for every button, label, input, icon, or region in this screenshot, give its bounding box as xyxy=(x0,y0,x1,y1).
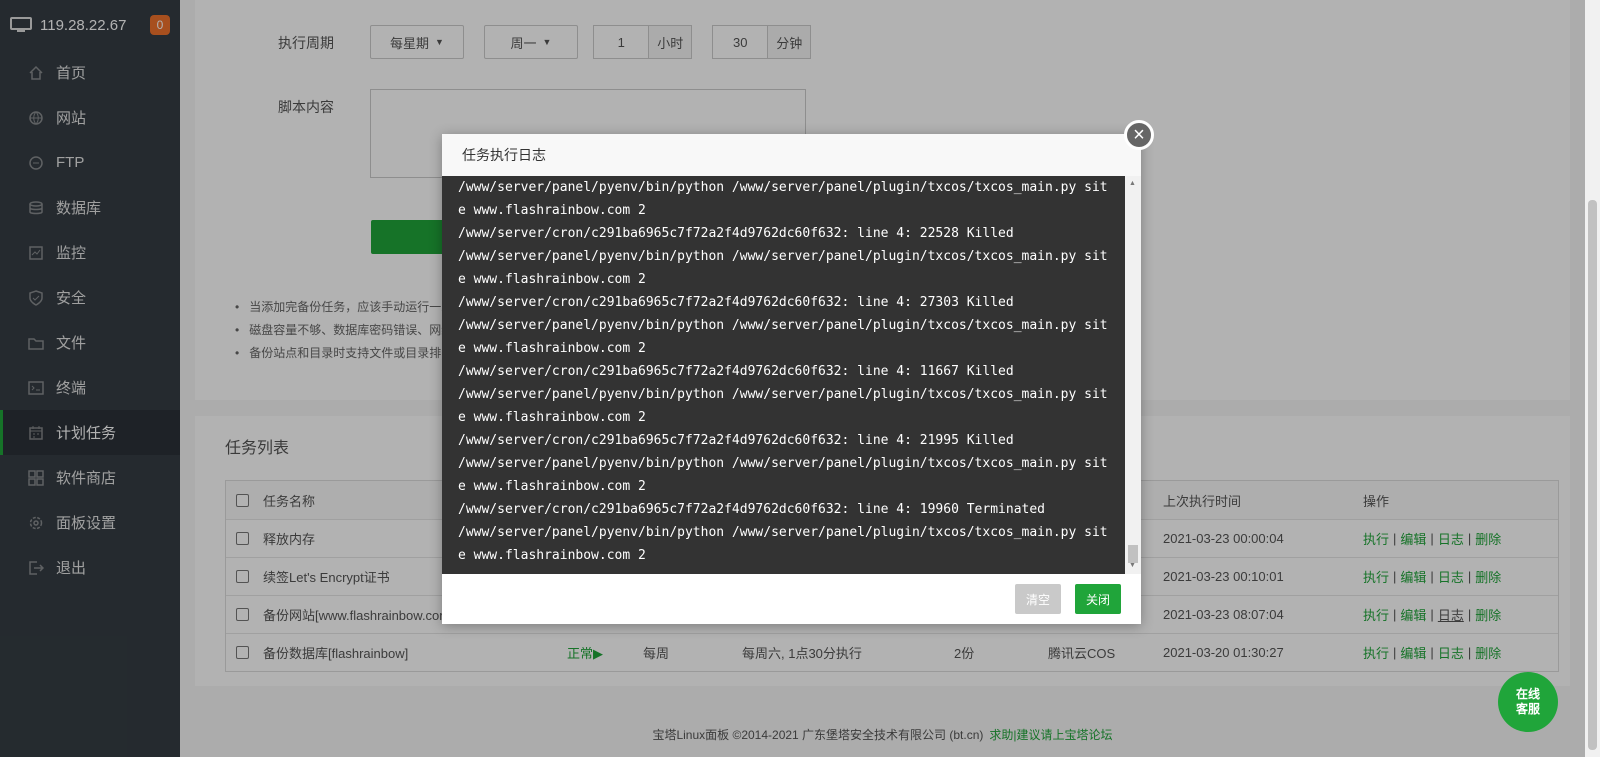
log-output[interactable]: /www/server/panel/pyenv/bin/python /www/… xyxy=(442,176,1125,574)
log-line: /www/server/panel/pyenv/bin/python /www/… xyxy=(458,318,1108,356)
scroll-up-icon[interactable]: ▲ xyxy=(1129,180,1136,187)
log-line: /www/server/panel/pyenv/bin/python /www/… xyxy=(458,525,1108,563)
log-line: /www/server/cron/c291ba6965c7f72a2f4d976… xyxy=(458,295,1014,310)
close-icon[interactable]: × xyxy=(1124,120,1154,150)
log-scrollbar[interactable]: ▲ ▼ xyxy=(1125,176,1141,574)
log-line: /www/server/panel/pyenv/bin/python /www/… xyxy=(458,456,1108,494)
log-line: /www/server/panel/pyenv/bin/python /www/… xyxy=(458,180,1108,218)
scroll-down-icon[interactable]: ▼ xyxy=(1129,562,1136,569)
task-log-modal: 任务执行日志 /www/server/panel/pyenv/bin/pytho… xyxy=(442,134,1141,624)
modal-footer: 清空 关闭 xyxy=(442,574,1141,624)
page-scrollbar[interactable] xyxy=(1585,0,1600,757)
modal-title: 任务执行日志 xyxy=(442,134,1141,177)
page-scrollbar-thumb[interactable] xyxy=(1588,200,1597,750)
log-line: /www/server/panel/pyenv/bin/python /www/… xyxy=(458,387,1108,425)
log-line: /www/server/cron/c291ba6965c7f72a2f4d976… xyxy=(458,502,1045,517)
log-line: /www/server/cron/c291ba6965c7f72a2f4d976… xyxy=(458,364,1014,379)
close-button[interactable]: 关闭 xyxy=(1075,584,1121,614)
log-line: /www/server/cron/c291ba6965c7f72a2f4d976… xyxy=(458,226,1014,241)
online-service-label: 在线客服 xyxy=(1515,687,1540,716)
log-scrollbar-thumb[interactable] xyxy=(1128,545,1138,563)
log-line: /www/server/panel/pyenv/bin/python /www/… xyxy=(458,249,1108,287)
log-line: /www/server/cron/c291ba6965c7f72a2f4d976… xyxy=(458,433,1014,448)
online-service-button[interactable]: 在线客服 xyxy=(1498,672,1558,732)
clear-button[interactable]: 清空 xyxy=(1015,584,1061,614)
